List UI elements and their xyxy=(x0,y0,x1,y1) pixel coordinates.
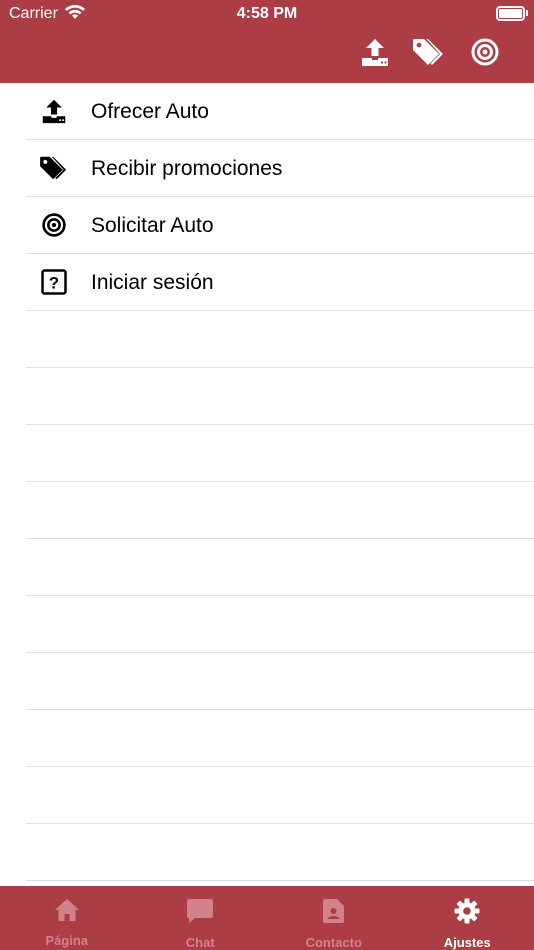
target-icon xyxy=(38,210,70,240)
clock: 4:58 PM xyxy=(236,5,298,22)
chat-icon xyxy=(186,898,214,929)
empty-row xyxy=(0,767,534,824)
upload-icon xyxy=(38,96,70,126)
tab-label: Contacto xyxy=(305,935,362,950)
empty-row xyxy=(0,539,534,596)
tab-settings[interactable]: Ajustes xyxy=(401,886,534,950)
target-icon xyxy=(470,37,500,72)
tab-home[interactable]: Página xyxy=(0,886,134,950)
menu-item-label: Solicitar Auto xyxy=(91,213,214,237)
menu-item-offer-car[interactable]: Ofrecer Auto xyxy=(0,83,534,140)
tab-label: Página xyxy=(45,933,89,948)
menu-item-login[interactable]: ? Iniciar sesión xyxy=(0,254,534,311)
status-bar: Carrier 4:58 PM xyxy=(0,0,534,28)
tab-bar: Página Chat Contacto Ajustes xyxy=(0,886,534,950)
menu-item-label: Recibir promociones xyxy=(91,156,283,180)
gear-icon xyxy=(454,898,480,929)
battery-nub xyxy=(526,10,528,16)
question-box-icon: ? xyxy=(38,267,70,297)
menu-item-promotions[interactable]: Recibir promociones xyxy=(0,140,534,197)
menu-item-label: Ofrecer Auto xyxy=(91,99,209,123)
empty-row xyxy=(0,710,534,767)
empty-row xyxy=(0,482,534,539)
empty-row xyxy=(0,824,534,881)
contact-icon xyxy=(322,898,346,929)
empty-row xyxy=(0,653,534,710)
promotions-nav-button[interactable] xyxy=(413,38,445,70)
battery-icon xyxy=(496,6,525,21)
home-icon xyxy=(54,898,80,927)
offer-car-nav-button[interactable] xyxy=(359,38,391,70)
empty-row xyxy=(0,311,534,368)
tab-contact[interactable]: Contacto xyxy=(267,886,401,950)
tab-label: Ajustes xyxy=(443,935,491,950)
navigation-bar: Carrier 4:58 PM xyxy=(0,0,534,83)
empty-row xyxy=(0,368,534,425)
empty-row xyxy=(0,596,534,653)
request-car-nav-button[interactable] xyxy=(469,38,501,70)
svg-text:?: ? xyxy=(49,274,59,293)
tags-icon xyxy=(412,37,446,72)
menu-item-label: Iniciar sesión xyxy=(91,270,214,294)
upload-icon xyxy=(360,37,390,72)
menu-item-request-car[interactable]: Solicitar Auto xyxy=(0,197,534,254)
tags-icon xyxy=(38,153,70,183)
settings-list: Ofrecer Auto Recibir promociones Solicit… xyxy=(0,83,534,881)
tab-label: Chat xyxy=(185,935,215,950)
empty-row xyxy=(0,425,534,482)
tab-chat[interactable]: Chat xyxy=(134,886,268,950)
